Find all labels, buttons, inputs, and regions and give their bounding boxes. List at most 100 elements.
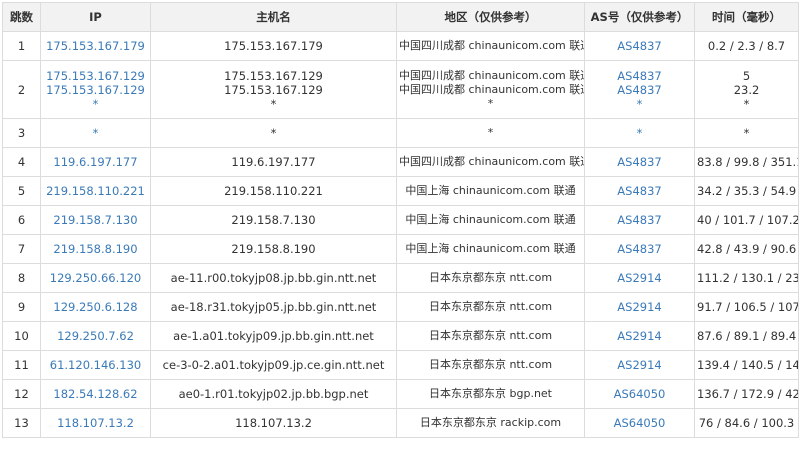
as-link[interactable]: AS4837 [584, 205, 695, 235]
time-cell: 5 23.2 * [694, 60, 799, 119]
time-cell-line: 23.2 [733, 82, 760, 97]
time-cell: 136.7 / 172.9 / 424.5 [694, 379, 799, 409]
time-cell-line: 111.2 / 130.1 / 237.9 [697, 271, 799, 285]
as-link-line[interactable]: AS4837 [587, 213, 692, 227]
as-link-line[interactable]: AS64050 [587, 387, 692, 401]
region-cell: 日本东京都东京 ntt.com [396, 263, 585, 293]
ip-link-line[interactable]: 175.153.167.129 [43, 83, 148, 97]
as-link[interactable]: AS4837 [584, 147, 695, 177]
as-link-line[interactable]: AS4837 [587, 184, 692, 198]
ip-link[interactable]: 175.153.167.129 175.153.167.129 * [40, 60, 151, 119]
ip-link[interactable]: 219.158.8.190 [40, 234, 151, 264]
as-link[interactable]: AS64050 [584, 379, 695, 409]
time-cell-line: * [743, 96, 750, 111]
as-link-line[interactable]: AS64050 [587, 416, 692, 430]
as-link-line[interactable]: * [587, 97, 692, 111]
region-cell-line: 中国四川成都 chinaunicom.com 联通 [399, 82, 585, 96]
ip-link-line[interactable]: 119.6.197.177 [43, 155, 148, 169]
hostname-cell-line: ae-11.r00.tokyjp08.jp.bb.gin.ntt.net [170, 271, 377, 285]
as-link[interactable]: AS2914 [584, 292, 695, 322]
hostname-cell-line: 175.153.167.179 [224, 39, 323, 53]
as-link[interactable]: AS2914 [584, 350, 695, 380]
hostname-cell-line: 219.158.8.190 [231, 242, 316, 256]
as-link-line[interactable]: AS4837 [587, 39, 692, 53]
as-link-line[interactable]: AS2914 [587, 271, 692, 285]
as-link[interactable]: AS2914 [584, 263, 695, 293]
hostname-cell: 175.153.167.129 175.153.167.129 * [150, 60, 397, 119]
region-cell: 中国四川成都 chinaunicom.com 联通 [396, 31, 585, 61]
hostname-cell: ce-3-0-2.a01.tokyjp09.jp.ce.gin.ntt.net [150, 350, 397, 380]
hop-cell: 12 [2, 379, 41, 409]
table-row: 10 129.250.7.62 ae-1.a01.tokyjp09.jp.bb.gi… [2, 321, 799, 351]
ip-link-line[interactable]: 61.120.146.130 [43, 358, 148, 372]
ip-link[interactable]: 219.158.7.130 [40, 205, 151, 235]
hostname-cell-line: 175.153.167.129 [224, 82, 323, 97]
region-cell-line: * [487, 126, 494, 139]
time-cell-line: 0.2 / 2.3 / 8.7 [707, 39, 786, 53]
ip-link[interactable]: 175.153.167.179 [40, 31, 151, 61]
region-cell-line: 日本东京都东京 ntt.com [428, 300, 553, 313]
header-ip: IP [40, 2, 151, 32]
hostname-cell: ae0-1.r01.tokyjp02.jp.bb.bgp.net [150, 379, 397, 409]
table-row: 6 219.158.7.130 219.158.7.130 中国上海 chinauni… [2, 205, 799, 235]
hop-cell: 3 [2, 118, 41, 148]
ip-link[interactable]: 61.120.146.130 [40, 350, 151, 380]
time-cell: * [694, 118, 799, 148]
ip-link-line[interactable]: 129.250.66.120 [43, 271, 148, 285]
ip-link-line[interactable]: 219.158.110.221 [43, 184, 148, 198]
table-row: 13 118.107.13.2 118.107.13.2 日本东京都东京 rackip… [2, 408, 799, 438]
ip-link-line[interactable]: * [43, 97, 148, 111]
ip-link[interactable]: * [40, 118, 151, 148]
time-cell-line: 76 / 84.6 / 100.3 [698, 416, 795, 430]
as-link-line[interactable]: * [587, 126, 692, 140]
table-body: 1 175.153.167.179 175.153.167.179 中国四川成都 ch… [2, 31, 799, 438]
as-link-line[interactable]: AS2914 [587, 358, 692, 372]
as-link[interactable]: AS4837 AS4837 * [584, 60, 695, 119]
ip-link[interactable]: 129.250.66.120 [40, 263, 151, 293]
ip-link[interactable]: 118.107.13.2 [40, 408, 151, 438]
as-link[interactable]: * [584, 118, 695, 148]
hostname-cell-line: ce-3-0-2.a01.tokyjp09.jp.ce.gin.ntt.net [162, 358, 385, 372]
time-cell: 87.6 / 89.1 / 89.4 [694, 321, 799, 351]
ip-link-line[interactable]: 182.54.128.62 [43, 387, 148, 401]
as-link-line[interactable]: AS2914 [587, 300, 692, 314]
hostname-cell: 175.153.167.179 [150, 31, 397, 61]
header-hop: 跳数 [2, 2, 41, 32]
as-link-line[interactable]: AS4837 [587, 69, 692, 83]
ip-link[interactable]: 219.158.110.221 [40, 176, 151, 206]
time-cell: 139.4 / 140.5 / 144.2 [694, 350, 799, 380]
ip-link-line[interactable]: 219.158.8.190 [43, 242, 148, 256]
hostname-cell-line: 119.6.197.177 [231, 155, 316, 169]
time-cell-line: * [743, 126, 750, 140]
hostname-cell-line: * [270, 126, 277, 140]
as-link-line[interactable]: AS4837 [587, 242, 692, 256]
time-cell-line: 40 / 101.7 / 107.2 [697, 213, 799, 227]
traceroute-table: 跳数 IP 主机名 地区（仅供参考） AS号（仅供参考） 时间（毫秒） 1 175… [2, 2, 799, 438]
as-link[interactable]: AS4837 [584, 31, 695, 61]
as-link[interactable]: AS2914 [584, 321, 695, 351]
region-cell: 日本东京都东京 ntt.com [396, 350, 585, 380]
as-link[interactable]: AS4837 [584, 234, 695, 264]
ip-link-line[interactable]: 175.153.167.179 [43, 39, 148, 53]
ip-link[interactable]: 129.250.6.128 [40, 292, 151, 322]
ip-link-line[interactable]: 175.153.167.129 [43, 69, 148, 83]
as-link-line[interactable]: AS2914 [587, 329, 692, 343]
hostname-cell-line: 118.107.13.2 [235, 416, 312, 430]
table-row: 1 175.153.167.179 175.153.167.179 中国四川成都 ch… [2, 31, 799, 61]
as-link[interactable]: AS64050 [584, 408, 695, 438]
ip-link[interactable]: 119.6.197.177 [40, 147, 151, 177]
ip-link-line[interactable]: 129.250.6.128 [43, 300, 148, 314]
region-cell-line: 中国上海 chinaunicom.com 联通 [405, 213, 576, 226]
as-link-line[interactable]: AS4837 [587, 83, 692, 97]
hostname-cell: 118.107.13.2 [150, 408, 397, 438]
ip-link[interactable]: 182.54.128.62 [40, 379, 151, 409]
as-link[interactable]: AS4837 [584, 176, 695, 206]
region-cell: 日本东京都东京 ntt.com [396, 292, 585, 322]
ip-link-line[interactable]: 219.158.7.130 [43, 213, 148, 227]
as-link-line[interactable]: AS4837 [587, 155, 692, 169]
ip-link-line[interactable]: 118.107.13.2 [43, 416, 148, 430]
ip-link-line[interactable]: * [43, 126, 148, 140]
ip-link-line[interactable]: 129.250.7.62 [43, 329, 148, 343]
ip-link[interactable]: 129.250.7.62 [40, 321, 151, 351]
region-cell: 中国四川成都 chinaunicom.com 联通 中国四川成都 chinauni… [396, 60, 585, 119]
